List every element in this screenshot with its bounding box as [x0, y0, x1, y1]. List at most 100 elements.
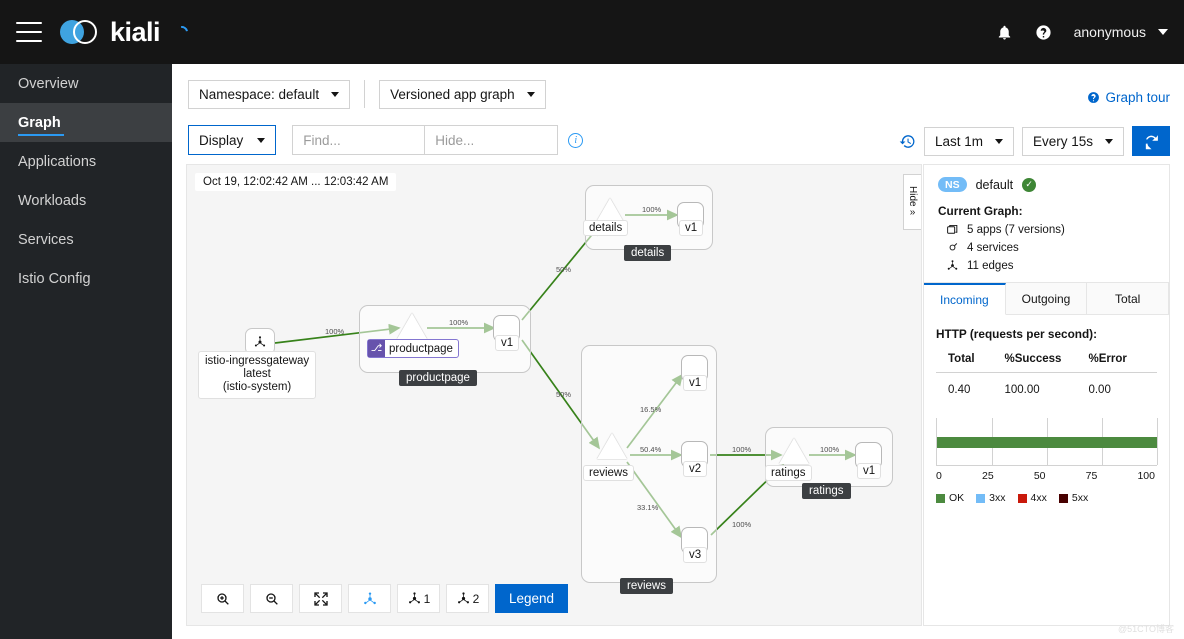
time-controls: Last 1m Every 15s	[899, 126, 1170, 156]
apps-icon	[947, 224, 958, 234]
http-metrics-title: HTTP (requests per second):	[936, 327, 1098, 341]
sidebar-item-applications[interactable]: Applications	[0, 142, 172, 181]
sidebar-item-workloads[interactable]: Workloads	[0, 181, 172, 220]
layout-1-button[interactable]: 1	[397, 584, 440, 613]
graph-tour-link[interactable]: Graph tour	[1087, 90, 1170, 105]
user-menu[interactable]: anonymous	[1074, 24, 1168, 40]
loading-spinner-icon	[173, 23, 191, 41]
layout-default-button[interactable]	[348, 584, 391, 613]
history-icon[interactable]	[899, 133, 916, 150]
graph-tour-label: Graph tour	[1105, 90, 1170, 105]
chevron-down-icon	[994, 138, 1003, 144]
edge-label-v2-ratings: 100%	[732, 445, 752, 454]
edge-label-reviews-v3: 33.1%	[637, 503, 659, 512]
bar-chart-plot	[936, 418, 1158, 466]
find-input[interactable]	[292, 125, 426, 155]
legend-item-5xx[interactable]: 5xx	[1058, 492, 1089, 504]
kiali-mark-icon	[60, 17, 102, 47]
chevron-down-icon	[331, 91, 340, 97]
sidebar-item-istio-config[interactable]: Istio Config	[0, 259, 172, 298]
question-circle-icon[interactable]	[1035, 24, 1052, 41]
current-graph-title: Current Graph:	[938, 204, 1023, 218]
namespace-select[interactable]: Namespace: default	[188, 79, 351, 109]
edge-label-details-v1: 100%	[642, 205, 662, 214]
edge-label-reviews-v1: 16.5%	[640, 405, 662, 414]
version-node-reviews-v2-label: v2	[683, 461, 708, 477]
duration-select[interactable]: Last 1m	[923, 126, 1014, 156]
sidebar-item-overview[interactable]: Overview	[0, 64, 172, 103]
legend-label-5xx: 5xx	[1071, 492, 1089, 504]
service-node-ratings-label: ratings	[765, 465, 812, 481]
masthead: kiali anonymous	[0, 0, 1184, 64]
legend-swatch-5xx	[1058, 493, 1068, 503]
stat-edges-text: 11 edges	[967, 259, 1014, 272]
service-node-ratings[interactable]	[779, 438, 809, 464]
bell-icon[interactable]	[996, 24, 1013, 41]
watermark: @51CTO博客	[1118, 624, 1174, 634]
service-node-reviews-label: reviews	[583, 465, 634, 481]
sidebar-item-graph[interactable]: Graph	[0, 103, 172, 142]
fit-to-screen-button[interactable]	[299, 584, 342, 613]
hamburger-icon[interactable]	[16, 22, 42, 42]
graph-toolbar-top: Namespace: default Versioned app graph G…	[172, 72, 1184, 116]
service-node-reviews[interactable]	[597, 433, 627, 459]
hide-input[interactable]	[425, 125, 559, 155]
stat-apps-text: 5 apps (7 versions)	[967, 223, 1065, 236]
stat-edges: 11 edges	[938, 259, 1155, 272]
side-panel-body: HTTP (requests per second): Total %Succe…	[924, 315, 1169, 504]
toolbar-divider	[364, 80, 366, 108]
display-button[interactable]: Display	[188, 125, 277, 155]
zoom-in-button[interactable]	[201, 584, 244, 613]
http-bar-chart: 0 25 50 75 100 OK 3xx 4xx 5xx	[936, 418, 1158, 504]
layout-icon	[408, 592, 420, 604]
zoom-out-button[interactable]	[250, 584, 293, 613]
cell-total: 0.40	[948, 384, 971, 396]
check-circle-icon: ✓	[1022, 177, 1037, 192]
sidebar-item-services[interactable]: Services	[0, 220, 172, 259]
info-icon[interactable]: i	[568, 132, 584, 148]
http-metrics-table: Total %Success %Error 0.40 100.00 0.00	[936, 353, 1157, 396]
table-row: 0.40 100.00 0.00	[936, 373, 1157, 396]
tab-outgoing[interactable]: Outgoing	[1005, 283, 1088, 314]
legend-item-4xx[interactable]: 4xx	[1017, 492, 1047, 504]
refresh-interval-select[interactable]: Every 15s	[1021, 126, 1124, 156]
refresh-interval-label: Every 15s	[1032, 133, 1093, 149]
legend-item-3xx[interactable]: 3xx	[976, 492, 1006, 504]
kiali-logo[interactable]: kiali	[60, 17, 161, 48]
tick-100: 100	[1137, 470, 1155, 482]
workload-node-icon	[254, 335, 266, 347]
tab-incoming[interactable]: Incoming	[924, 283, 1006, 315]
tick-0: 0	[936, 470, 942, 482]
gw-label-line2: latest	[243, 368, 271, 381]
version-node-ratings-v1-label: v1	[857, 463, 882, 479]
edge-label-gw-productpage: 100%	[325, 327, 345, 336]
col-header-total: Total	[936, 353, 1005, 373]
namespace-row: NS default ✓	[938, 177, 1155, 192]
graph-type-select[interactable]: Versioned app graph	[379, 79, 546, 109]
user-name: anonymous	[1073, 24, 1146, 40]
hide-side-panel-toggle[interactable]: Hide »	[903, 174, 921, 230]
edges-icon	[947, 260, 958, 270]
chevron-down-icon	[1158, 29, 1168, 35]
bar-chart-ticks: 0 25 50 75 100	[936, 470, 1157, 482]
tick-25: 25	[981, 470, 994, 482]
graph-canvas[interactable]: Oct 19, 12:02:42 AM ... 12:03:42 AM Hide…	[186, 164, 922, 626]
ns-badge: NS	[938, 177, 967, 192]
chevron-down-icon	[526, 91, 535, 97]
edge-label-pp-reviews: 50%	[556, 390, 572, 399]
service-node-productpage[interactable]	[397, 313, 427, 339]
refresh-button[interactable]	[1132, 126, 1170, 156]
legend-button[interactable]: Legend	[495, 584, 569, 613]
legend-swatch-3xx	[976, 493, 986, 503]
zoom-in-icon	[216, 592, 229, 605]
chevron-down-icon	[1105, 138, 1113, 144]
legend-item-ok[interactable]: OK	[936, 492, 964, 504]
tab-total[interactable]: Total	[1087, 283, 1170, 314]
legend-swatch-ok	[936, 493, 945, 503]
edge-label-v3-ratings: 100%	[732, 520, 752, 529]
gw-label-line1: istio-ingressgateway	[205, 355, 310, 367]
layout-2-button[interactable]: 2	[446, 584, 489, 613]
gw-label-line3: (istio-system)	[222, 381, 292, 394]
legend-label-3xx: 3xx	[989, 492, 1006, 504]
version-node-reviews-v1-label: v1	[683, 375, 708, 391]
